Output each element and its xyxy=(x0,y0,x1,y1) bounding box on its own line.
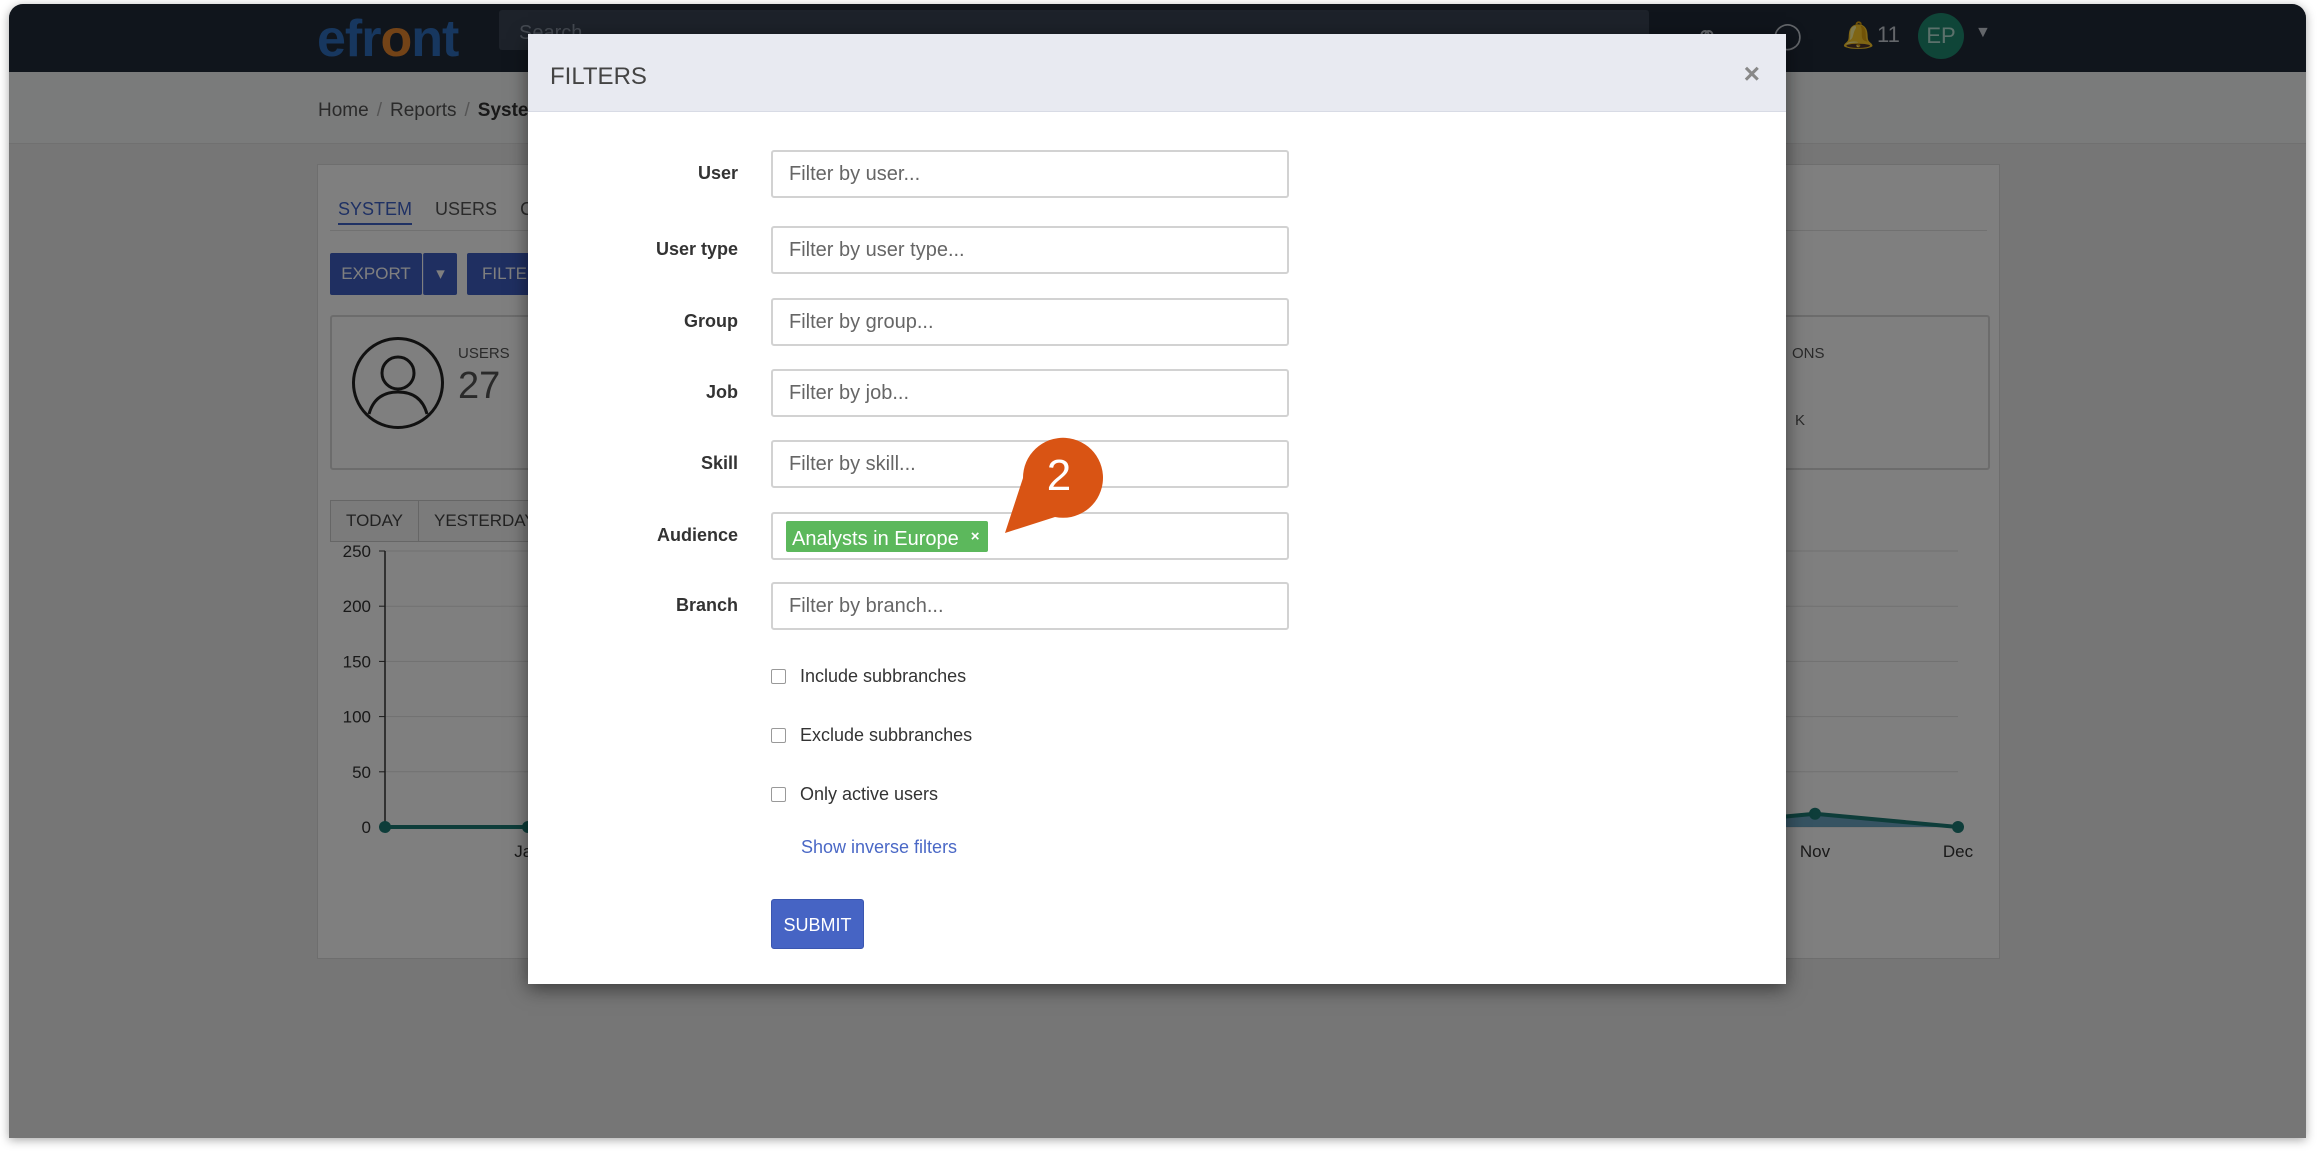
branch-filter-input[interactable] xyxy=(771,582,1289,630)
app-window: efront Search ⚭ ◯ 🔔 11 EP ▼ Home/Reports… xyxy=(9,4,2306,1138)
job-label: Job xyxy=(705,382,738,402)
include-subbranches-row[interactable]: Include subbranches xyxy=(771,666,966,687)
exclude-subbranches-checkbox[interactable] xyxy=(771,728,786,743)
only-active-users-checkbox[interactable] xyxy=(771,787,786,802)
user-type-filter-input[interactable] xyxy=(771,226,1289,274)
step-number: 2 xyxy=(1047,451,1071,500)
user-label: User xyxy=(697,163,738,183)
filters-modal: FILTERS × User User type Group Job Skill… xyxy=(528,34,1786,984)
show-inverse-filters-link[interactable]: Show inverse filters xyxy=(801,837,957,858)
step-marker: 2 xyxy=(1005,437,1103,533)
only-active-users-row[interactable]: Only active users xyxy=(771,784,938,805)
audience-tag-label: Analysts in Europe xyxy=(792,528,959,550)
group-filter-input[interactable] xyxy=(771,298,1289,346)
close-icon[interactable]: × xyxy=(1744,58,1760,90)
group-label: Group xyxy=(684,311,738,331)
tag-remove-icon[interactable]: × xyxy=(971,528,980,545)
exclude-subbranches-row[interactable]: Exclude subbranches xyxy=(771,725,972,746)
branch-label: Branch xyxy=(675,595,738,615)
audience-label: Audience xyxy=(656,525,738,545)
user-filter-input[interactable] xyxy=(771,150,1289,198)
submit-button[interactable]: SUBMIT xyxy=(771,899,864,949)
include-subbranches-label: Include subbranches xyxy=(800,666,967,686)
audience-tag: Analysts in Europe × xyxy=(786,521,988,552)
modal-title: FILTERS xyxy=(550,63,647,90)
include-subbranches-checkbox[interactable] xyxy=(771,669,786,684)
job-filter-input[interactable] xyxy=(771,369,1289,417)
only-active-users-label: Only active users xyxy=(800,784,939,804)
exclude-subbranches-label: Exclude subbranches xyxy=(800,725,973,745)
skill-label: Skill xyxy=(700,453,738,473)
user-type-label: User type xyxy=(655,239,738,259)
modal-header: FILTERS × xyxy=(528,34,1786,112)
